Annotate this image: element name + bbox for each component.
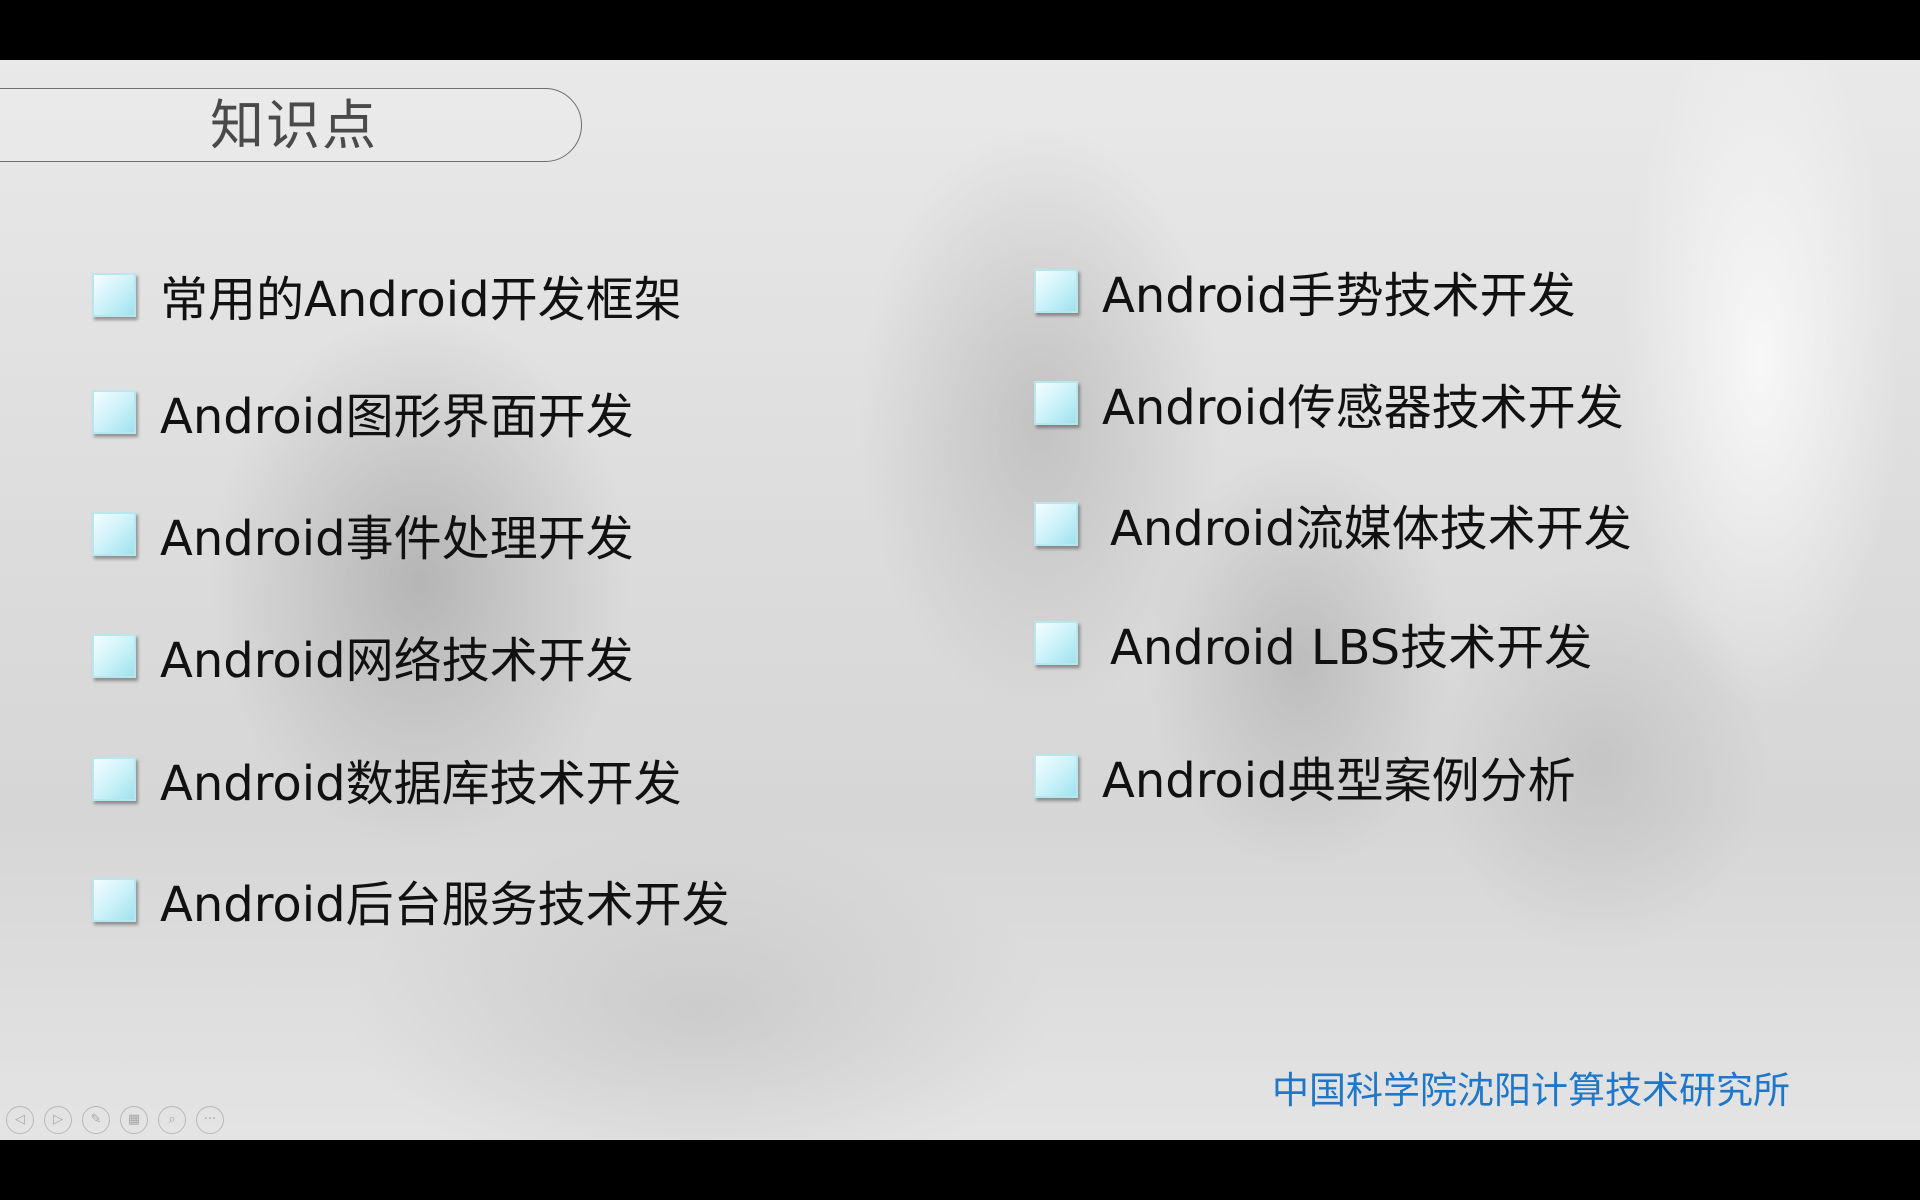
- checkbox-bullet-icon: [1034, 381, 1078, 425]
- list-item-label: Android LBS技术开发: [1110, 620, 1593, 676]
- checkbox-bullet-icon: [1034, 621, 1078, 665]
- zoom-icon[interactable]: ⌕: [158, 1106, 186, 1134]
- next-slide-icon[interactable]: ▷: [44, 1106, 72, 1134]
- list-item-label: Android数据库技术开发: [160, 756, 682, 812]
- list-item: Android典型案例分析: [1034, 741, 1576, 811]
- pen-icon[interactable]: ✎: [82, 1106, 110, 1134]
- checkbox-bullet-icon: [1034, 502, 1078, 546]
- list-item: Android传感器技术开发: [1034, 368, 1624, 438]
- list-item: Android事件处理开发: [92, 499, 634, 569]
- checkbox-bullet-icon: [92, 512, 136, 556]
- list-item-label: Android事件处理开发: [160, 511, 634, 567]
- list-item-label: Android流媒体技术开发: [1110, 501, 1632, 557]
- slide-title: 知识点: [210, 94, 378, 157]
- slides-grid-icon[interactable]: ▦: [120, 1106, 148, 1134]
- list-item-label: Android传感器技术开发: [1102, 380, 1624, 436]
- list-item-label: Android后台服务技术开发: [160, 877, 730, 933]
- checkbox-bullet-icon: [92, 878, 136, 922]
- list-item: 常用的Android开发框架: [92, 260, 682, 330]
- checkbox-bullet-icon: [92, 634, 136, 678]
- checkbox-bullet-icon: [92, 273, 136, 317]
- list-item-label: Android典型案例分析: [1102, 753, 1576, 809]
- institution-footer: 中国科学院沈阳计算技术研究所: [1272, 1069, 1790, 1112]
- list-item: Android网络技术开发: [92, 621, 634, 691]
- list-item: Android手势技术开发: [1034, 256, 1576, 326]
- prev-slide-icon[interactable]: ◁: [6, 1106, 34, 1134]
- checkbox-bullet-icon: [92, 757, 136, 801]
- checkbox-bullet-icon: [92, 390, 136, 434]
- list-item: Android图形界面开发: [92, 377, 634, 447]
- list-item: Android后台服务技术开发: [92, 865, 730, 935]
- list-item: Android LBS技术开发: [1034, 608, 1592, 678]
- list-item-label: Android网络技术开发: [160, 633, 634, 689]
- slideshow-controls: ◁ ▷ ✎ ▦ ⌕ ···: [6, 1106, 224, 1134]
- checkbox-bullet-icon: [1034, 754, 1078, 798]
- list-item-label: Android图形界面开发: [160, 389, 634, 445]
- checkbox-bullet-icon: [1034, 269, 1078, 313]
- list-item-label: 常用的Android开发框架: [160, 272, 682, 328]
- list-item: Android流媒体技术开发: [1034, 489, 1632, 559]
- more-options-icon[interactable]: ···: [196, 1106, 224, 1134]
- list-item-label: Android手势技术开发: [1102, 268, 1576, 324]
- presentation-slide: 知识点 常用的Android开发框架 Android图形界面开发 Android…: [0, 60, 1920, 1140]
- list-item: Android数据库技术开发: [92, 744, 682, 814]
